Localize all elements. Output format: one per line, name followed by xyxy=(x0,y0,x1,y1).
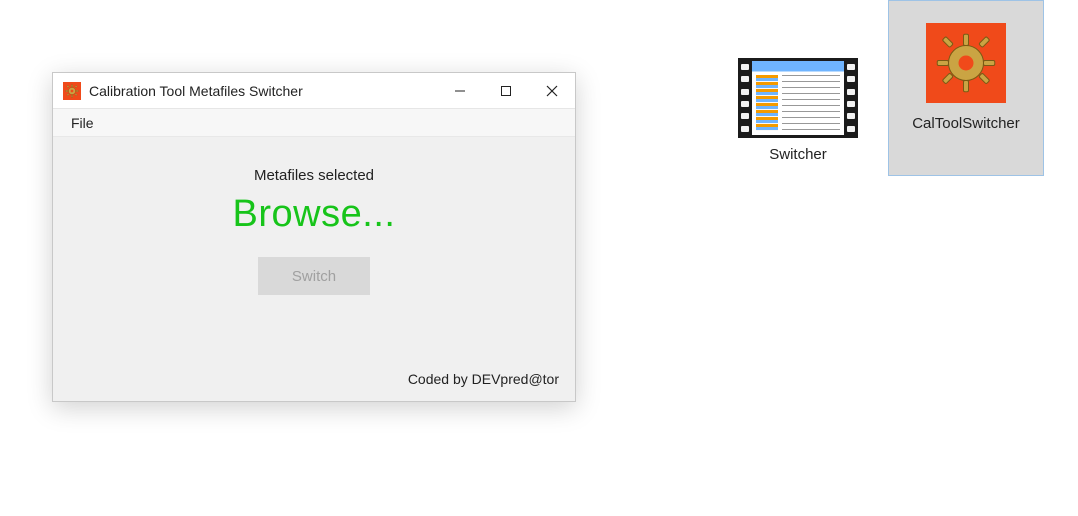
desktop-icon-label: Switcher xyxy=(720,146,876,163)
maximize-button[interactable] xyxy=(483,73,529,109)
desktop-icon-caltoolswitcher[interactable]: CalToolSwitcher xyxy=(888,0,1044,176)
browse-link[interactable]: Browse... xyxy=(53,193,575,236)
app-icon xyxy=(63,82,81,100)
metafiles-selected-label: Metafiles selected xyxy=(53,167,575,184)
minimize-button[interactable] xyxy=(437,73,483,109)
window-title: Calibration Tool Metafiles Switcher xyxy=(89,83,303,99)
footer-credit: Coded by DEVpred@tor xyxy=(408,371,559,387)
close-button[interactable] xyxy=(529,73,575,109)
desktop-icon-label: CalToolSwitcher xyxy=(889,115,1043,132)
titlebar[interactable]: Calibration Tool Metafiles Switcher xyxy=(53,73,575,109)
client-area: Metafiles selected Browse... Switch Code… xyxy=(53,137,575,401)
gear-icon xyxy=(926,23,1006,103)
desktop-icon-switcher[interactable]: Switcher xyxy=(720,46,876,163)
menubar: File xyxy=(53,109,575,137)
app-window: Calibration Tool Metafiles Switcher File… xyxy=(52,72,576,402)
video-thumb-icon xyxy=(738,58,858,138)
switch-button[interactable]: Switch xyxy=(258,257,370,295)
menu-file[interactable]: File xyxy=(65,113,100,133)
